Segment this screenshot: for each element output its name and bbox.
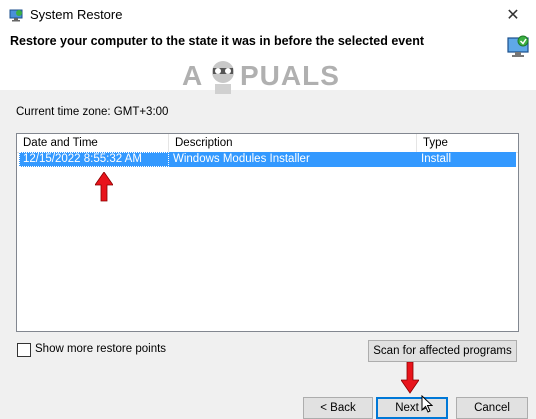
- sort-indicator-icon: ⌄: [89, 136, 97, 146]
- system-restore-monitor-icon: [507, 35, 529, 57]
- watermark-text-puals: PUALS: [240, 60, 340, 91]
- cell-description: Windows Modules Installer: [173, 153, 310, 165]
- window-title: System Restore: [30, 7, 123, 22]
- show-more-label: Show more restore points: [35, 343, 167, 355]
- list-header: Date and Time ⌄ Description Type: [17, 134, 518, 153]
- page-heading: Restore your computer to the state it wa…: [10, 34, 424, 48]
- next-button[interactable]: Next >: [376, 397, 448, 419]
- column-header-date[interactable]: Date and Time ⌄: [17, 134, 169, 152]
- restore-points-list[interactable]: Date and Time ⌄ Description Type 12/15/2…: [16, 133, 519, 332]
- cell-date: 12/15/2022 8:55:32 AM: [23, 153, 142, 165]
- annotation-arrow-up-icon: [95, 172, 113, 202]
- show-more-checkbox[interactable]: [17, 343, 31, 357]
- cancel-button[interactable]: Cancel: [456, 397, 528, 419]
- scan-affected-programs-button[interactable]: Scan for affected programs: [368, 340, 517, 362]
- back-button[interactable]: < Back: [303, 397, 373, 419]
- appuals-watermark: A PUALS: [182, 58, 354, 94]
- column-header-description[interactable]: Description: [169, 134, 417, 152]
- wizard-header: Restore your computer to the state it wa…: [0, 30, 536, 94]
- system-restore-icon: [9, 9, 23, 22]
- annotation-arrow-down-icon: [401, 362, 419, 394]
- watermark-text-a: A: [182, 60, 203, 91]
- table-row[interactable]: 12/15/2022 8:55:32 AM Windows Modules In…: [19, 152, 516, 167]
- mouse-cursor-icon: [421, 395, 433, 413]
- close-icon: ✕: [506, 7, 520, 24]
- timezone-label: Current time zone: GMT+3:00: [16, 106, 169, 118]
- cell-type: Install: [421, 153, 452, 165]
- title-bar: System Restore ✕: [0, 0, 536, 30]
- column-header-type[interactable]: Type: [417, 134, 518, 152]
- close-button[interactable]: ✕: [490, 0, 536, 30]
- mascot-icon: [212, 61, 234, 94]
